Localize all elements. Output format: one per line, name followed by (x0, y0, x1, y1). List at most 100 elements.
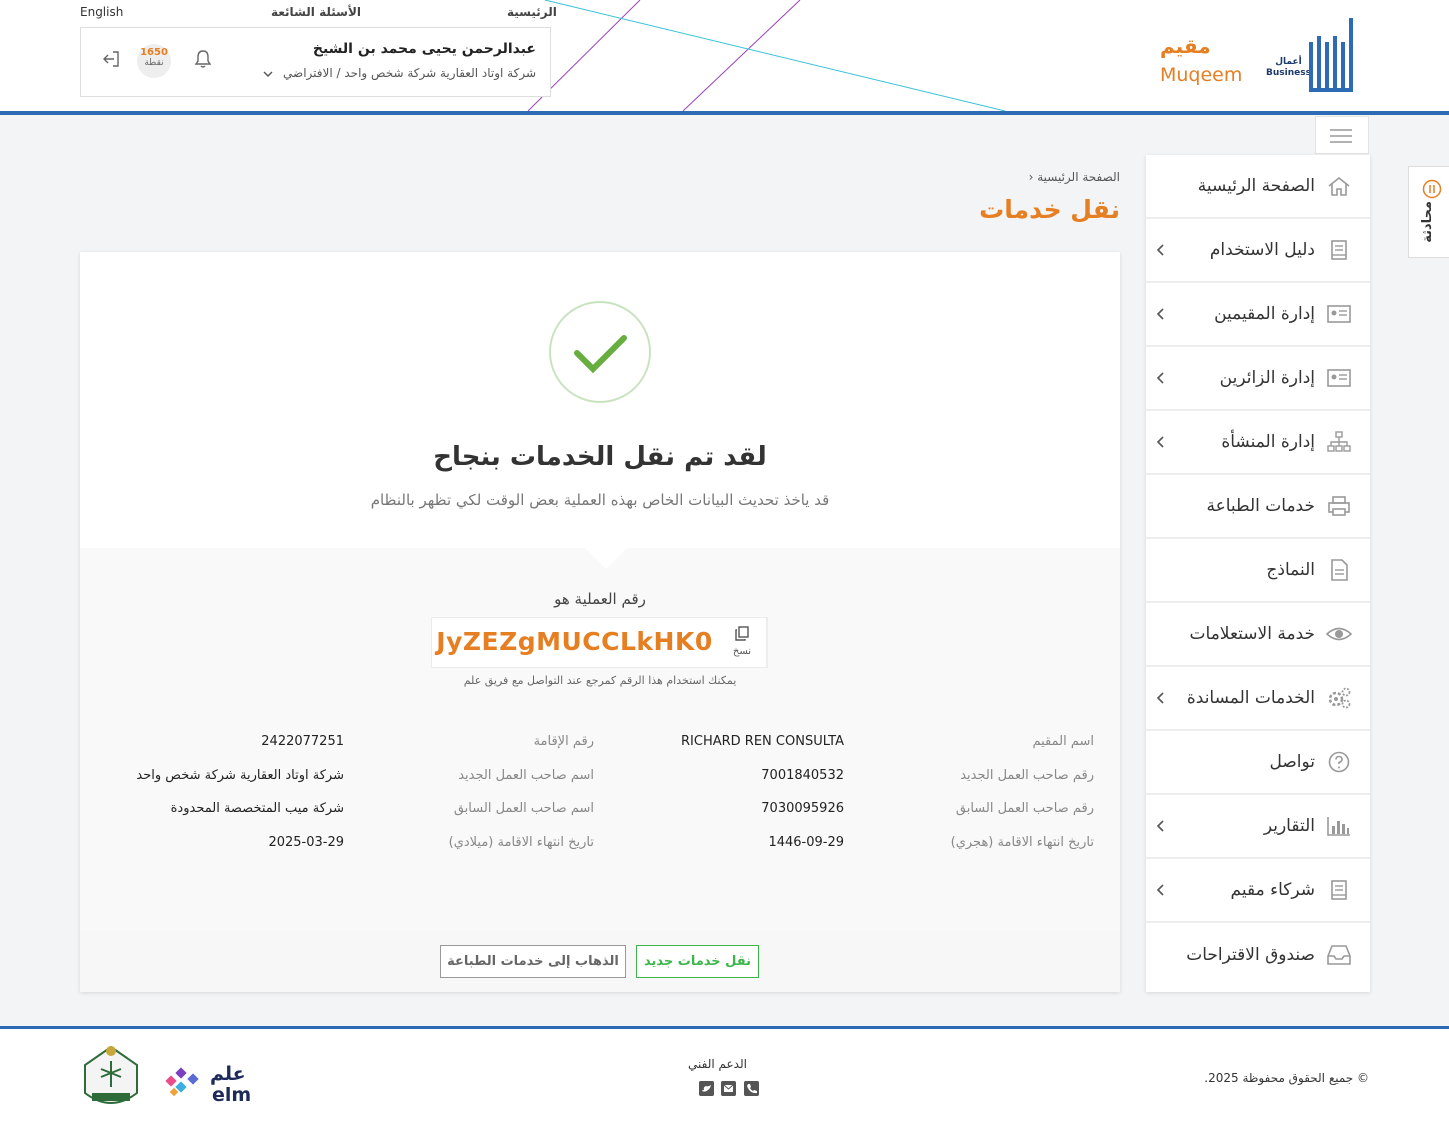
result-card: لقد تم نقل الخدمات بنجاح قد ياخذ تحديث ا… (80, 252, 1120, 992)
chevron-left-icon (1156, 372, 1164, 384)
prev-employer-no-value: 7030095926 (761, 801, 844, 816)
points-badge: 1650 نقطة (137, 44, 171, 78)
sidebar-item-inquiries[interactable]: خدمة الاستعلامات (1146, 603, 1370, 667)
chevron-left-icon (1156, 436, 1164, 448)
new-employer-name-value: شركة اوتاد العقارية شركة شخص واحد (136, 768, 344, 783)
support-label: الدعم الفني (688, 1057, 747, 1071)
elm-logo-en: elm (212, 1084, 252, 1106)
breadcrumb-separator: ‹ (1028, 170, 1034, 184)
sidebar: الصفحة الرئيسية دليل الاستخدام إدارة الم… (1146, 155, 1370, 992)
transaction-note: يمكنك استخدام هذا الرقم كمرجع عند التواص… (463, 674, 737, 687)
iqama-no-value: 2422077251 (261, 734, 344, 749)
document-icon (1331, 559, 1348, 581)
chat-label: محادثة (1420, 201, 1435, 243)
transaction-code: JyZEZgMUCCLkHK0 (436, 627, 713, 656)
bell-icon[interactable] (194, 49, 212, 69)
user-name: عبدالرحمن يحيى محمد بن الشيخ (312, 41, 536, 57)
prev-employer-name-label: اسم صاحب العمل السابق (453, 801, 594, 816)
sidebar-item-residents[interactable]: إدارة المقيمين (1146, 283, 1370, 347)
points-value: 1650 (140, 47, 168, 58)
breadcrumb: الصفحة الرئيسية ‹ (1029, 170, 1120, 184)
user-box: عبدالرحمن يحيى محمد بن الشيخ شركة اوتاد … (80, 27, 551, 97)
chevron-left-icon (1156, 820, 1164, 832)
success-subtitle: قد ياخذ تحديث البيانات الخاص بهذه العملي… (370, 491, 830, 509)
new-employer-name-label: اسم صاحب العمل الجديد (458, 768, 594, 783)
sidebar-item-label: الخدمات المساندة (1186, 688, 1315, 708)
eye-icon (1326, 627, 1352, 641)
nav-home[interactable]: الرئيسية (507, 5, 557, 19)
resident-name-label: اسم المقيم (1032, 734, 1094, 749)
success-title: لقد تم نقل الخدمات بنجاح (433, 442, 767, 472)
section-pointer (585, 548, 627, 569)
email-icon[interactable] (721, 1081, 736, 1096)
chat-icon (1422, 179, 1442, 199)
sidebar-item-user-guide[interactable]: دليل الاستخدام (1146, 219, 1370, 283)
sidebar-item-reports[interactable]: التقارير (1146, 795, 1370, 859)
sidebar-item-contact[interactable]: تواصل (1146, 731, 1370, 795)
success-badge (549, 301, 651, 403)
logout-icon[interactable] (101, 50, 121, 68)
muqeem-logo-ar: مقيم (1160, 34, 1211, 58)
org-name: شركة اوتاد العقارية شركة شخص واحد / الاف… (283, 66, 536, 80)
gears-icon (1328, 687, 1351, 709)
new-transfer-button[interactable]: نقل خدمات جديد (636, 945, 759, 978)
go-to-printing-button[interactable]: الذهاب إلى خدمات الطباعة (440, 945, 626, 978)
sidebar-item-visitors[interactable]: إدارة الزائرين (1146, 347, 1370, 411)
chat-button[interactable]: محادثة (1408, 166, 1449, 258)
sidebar-item-label: صندوق الاقتراحات (1186, 945, 1315, 965)
sidebar-item-label: تواصل (1269, 752, 1315, 772)
check-icon (574, 335, 627, 374)
breadcrumb-home[interactable]: الصفحة الرئيسية (1037, 170, 1120, 184)
expiry-greg-value: 2025-03-29 (268, 835, 344, 850)
new-employer-no-value: 7001840532 (761, 768, 844, 783)
card-actions: نقل خدمات جديد الذهاب إلى خدمات الطباعة (80, 931, 1120, 992)
menu-toggle-button[interactable] (1315, 116, 1369, 154)
elm-logo-ar: علم (210, 1063, 246, 1085)
sidebar-item-home[interactable]: الصفحة الرئيسية (1146, 155, 1370, 219)
twitter-icon[interactable] (699, 1081, 714, 1096)
org-chart-icon (1327, 431, 1351, 452)
resident-name-value: RICHARD REN CONSULTA (681, 734, 844, 749)
chevron-left-icon (1156, 244, 1164, 256)
copy-button[interactable]: نسخ (717, 618, 767, 667)
sidebar-item-label: الصفحة الرئيسية (1197, 176, 1315, 196)
absher-logo-icon (1309, 18, 1353, 92)
sidebar-item-support-services[interactable]: الخدمات المساندة (1146, 667, 1370, 731)
hamburger-icon (1330, 129, 1352, 143)
new-employer-no-label: رقم صاحب العمل الجديد (960, 768, 1094, 783)
sidebar-item-printing[interactable]: خدمات الطباعة (1146, 475, 1370, 539)
book-icon (1331, 880, 1347, 900)
chevron-left-icon (1156, 308, 1164, 320)
expiry-hijri-label: تاريخ انتهاء الاقامة (هجري) (950, 835, 1094, 850)
sidebar-item-establishment[interactable]: إدارة المنشأة (1146, 411, 1370, 475)
language-switch[interactable]: English (80, 5, 123, 19)
sidebar-item-label: النماذج (1266, 560, 1315, 580)
transaction-label: رقم العملية هو (554, 590, 646, 608)
points-label: نقطة (144, 58, 164, 68)
transaction-box: نسخ JyZEZgMUCCLkHK0 (431, 617, 768, 668)
inbox-icon (1327, 945, 1351, 965)
copy-label: نسخ (732, 646, 752, 657)
sidebar-item-label: خدمة الاستعلامات (1189, 624, 1315, 644)
help-icon (1328, 751, 1350, 773)
bar-chart-icon (1327, 817, 1350, 836)
id-card-icon (1327, 305, 1351, 323)
id-card-icon (1327, 369, 1351, 387)
book-icon (1331, 240, 1347, 260)
expiry-hijri-value: 1446-09-29 (768, 835, 844, 850)
nav-faq[interactable]: الأسئلة الشائعة (271, 5, 361, 19)
sidebar-item-label: التقارير (1263, 816, 1315, 836)
sidebar-item-forms[interactable]: النماذج (1146, 539, 1370, 603)
sidebar-item-suggestions[interactable]: صندوق الاقتراحات (1146, 923, 1370, 987)
home-icon (1328, 176, 1350, 196)
prev-employer-no-label: رقم صاحب العمل السابق (955, 801, 1094, 816)
sidebar-item-label: إدارة المنشأة (1221, 432, 1315, 452)
user-org[interactable]: شركة اوتاد العقارية شركة شخص واحد / الاف… (263, 66, 536, 80)
sidebar-item-partners[interactable]: شركاء مقيم (1146, 859, 1370, 923)
iqama-no-label: رقم الإقامة (533, 734, 594, 749)
page-title: نقل خدمات (979, 195, 1120, 224)
header-divider (0, 111, 1449, 115)
jawazat-emblem-icon (84, 1045, 138, 1104)
footer: © جميع الحقوق محفوظة 2025. الدعم الفني ع… (0, 1029, 1449, 1127)
phone-icon[interactable] (744, 1081, 759, 1096)
